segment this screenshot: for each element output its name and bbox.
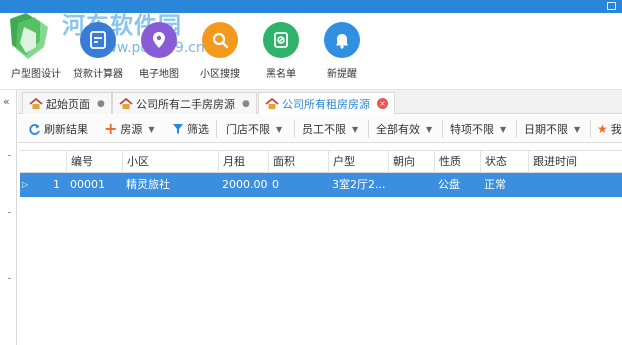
- sidebar-marker: [8, 212, 11, 213]
- new-reminder-label: 新提醒: [327, 69, 357, 80]
- validity-filter-dropdown[interactable]: 全部有效 ▼: [376, 119, 432, 139]
- toolbar-divider: [294, 120, 295, 138]
- favorites-label: 我: [610, 123, 622, 136]
- cell-rent: 2000.00: [222, 178, 268, 191]
- refresh-button[interactable]: 刷新结果: [28, 119, 88, 139]
- staff-filter-label: 员工不限: [302, 123, 346, 136]
- feature-filter-label: 特项不限: [450, 123, 494, 136]
- filter-button[interactable]: 筛选: [172, 119, 209, 139]
- add-listing-button[interactable]: + 房源 ▼: [104, 119, 155, 139]
- cell-follow-time: [528, 173, 622, 197]
- star-icon: ★: [597, 122, 608, 136]
- column-header-code[interactable]: 编号: [66, 151, 122, 174]
- cell-nature: 公盘: [438, 178, 460, 191]
- store-filter-dropdown[interactable]: 门店不限 ▼: [226, 119, 282, 139]
- toolbar-divider: [516, 120, 517, 138]
- home-icon: [265, 97, 279, 109]
- calculator-icon: [80, 22, 116, 58]
- cell-orientation: [388, 173, 434, 197]
- filter-icon: [173, 124, 183, 134]
- toolbar-divider: [216, 120, 217, 138]
- map-pin-icon: [141, 22, 177, 58]
- favorites-button[interactable]: ★ 我: [597, 119, 622, 139]
- chevron-down-icon: ▼: [574, 124, 581, 134]
- listings-table: 编号 小区 月租 面积 户型 朝向 性质 状态 跟进时间 ▷ 1 00001 精…: [20, 150, 622, 197]
- toolbar-divider: [442, 120, 443, 138]
- column-header-rent[interactable]: 月租: [218, 151, 268, 174]
- community-search-label: 小区搜搜: [200, 69, 240, 80]
- column-header-status[interactable]: 状态: [480, 151, 528, 174]
- bell-icon: [324, 22, 360, 58]
- column-header-follow-time[interactable]: 跟进时间: [528, 151, 622, 174]
- chevron-down-icon: ▼: [276, 124, 283, 134]
- tab-second-hand-listings[interactable]: 公司所有二手房房源 ●: [112, 92, 257, 114]
- date-filter-dropdown[interactable]: 日期不限 ▼: [524, 119, 580, 139]
- store-filter-label: 门店不限: [226, 123, 270, 136]
- cell-code: 00001: [70, 178, 105, 191]
- tab-label: 公司所有二手房房源: [136, 97, 235, 111]
- toolbar-divider: [368, 120, 369, 138]
- new-reminder-button[interactable]: 新提醒: [310, 22, 374, 88]
- sidebar-marker: [8, 155, 11, 156]
- row-pointer-icon: ▷: [22, 180, 29, 189]
- chevron-down-icon: ▼: [500, 124, 507, 134]
- row-index: 1: [53, 178, 60, 191]
- ribbon: 河东软件园 www.pc0359.cn 户型图设计 贷款计算器 电子地图 小区搜…: [0, 12, 622, 90]
- tab-rental-listings[interactable]: 公司所有租房房源 ×: [258, 92, 395, 114]
- column-header-layout[interactable]: 户型: [328, 151, 388, 174]
- home-icon: [29, 97, 43, 109]
- window-control-icon[interactable]: [607, 2, 616, 10]
- tab-pin-icon[interactable]: ●: [97, 99, 105, 109]
- chevron-down-icon[interactable]: ▼: [148, 125, 154, 134]
- refresh-icon: [29, 123, 40, 135]
- plus-icon: +: [104, 119, 118, 138]
- filter-label: 筛选: [187, 123, 209, 136]
- staff-filter-dropdown[interactable]: 员工不限 ▼: [302, 119, 358, 139]
- refresh-label: 刷新结果: [44, 123, 88, 136]
- blacklist-button[interactable]: 黑名单: [249, 22, 313, 88]
- column-header-community[interactable]: 小区: [122, 151, 218, 174]
- map-label: 电子地图: [139, 69, 179, 80]
- tab-label: 公司所有租房房源: [282, 97, 370, 111]
- feature-filter-dropdown[interactable]: 特项不限 ▼: [450, 119, 506, 139]
- date-filter-label: 日期不限: [524, 123, 568, 136]
- toolbar: 刷新结果 + 房源 ▼ 筛选 门店不限 ▼ 员工不限 ▼ 全部有效 ▼ 特项不限…: [18, 115, 622, 143]
- left-sidebar: «: [0, 90, 17, 345]
- blacklist-icon: [263, 22, 299, 58]
- column-header-nature[interactable]: 性质: [434, 151, 480, 174]
- chevron-down-icon: ▼: [426, 124, 433, 134]
- cell-status: 正常: [484, 178, 506, 191]
- house-layout-icon: [18, 22, 54, 58]
- house-layout-label: 户型图设计: [11, 69, 61, 80]
- table-header: 编号 小区 月租 面积 户型 朝向 性质 状态 跟进时间: [20, 150, 622, 174]
- community-search-button[interactable]: 小区搜搜: [188, 22, 252, 88]
- close-icon[interactable]: ×: [377, 98, 388, 109]
- tab-label: 起始页面: [46, 97, 90, 111]
- column-header-orientation[interactable]: 朝向: [388, 151, 434, 174]
- house-layout-button[interactable]: 户型图设计: [4, 22, 68, 88]
- tab-pin-icon[interactable]: ●: [242, 99, 250, 109]
- tab-bar: 起始页面 ● 公司所有二手房房源 ● 公司所有租房房源 ×: [18, 90, 622, 114]
- collapse-left-icon[interactable]: «: [3, 95, 10, 108]
- column-header-area[interactable]: 面积: [268, 151, 328, 174]
- home-icon: [119, 97, 133, 109]
- chevron-down-icon: ▼: [352, 124, 359, 134]
- cell-area: 0: [272, 178, 279, 191]
- map-button[interactable]: 电子地图: [127, 22, 191, 88]
- loan-calculator-button[interactable]: 贷款计算器: [66, 22, 130, 88]
- cell-community: 精灵旅社: [126, 178, 170, 191]
- loan-calculator-label: 贷款计算器: [73, 69, 123, 80]
- sidebar-marker: [8, 278, 11, 279]
- search-icon: [202, 22, 238, 58]
- cell-layout: 3室2厅2...: [332, 178, 386, 191]
- blacklist-label: 黑名单: [266, 69, 296, 80]
- table-row[interactable]: ▷ 1 00001 精灵旅社 2000.00 0 3室2厅2... 公盘 正常: [20, 173, 622, 197]
- validity-filter-label: 全部有效: [376, 123, 420, 136]
- toolbar-divider: [590, 120, 591, 138]
- add-listing-label: 房源: [120, 123, 143, 136]
- tab-start-page[interactable]: 起始页面 ●: [22, 92, 112, 114]
